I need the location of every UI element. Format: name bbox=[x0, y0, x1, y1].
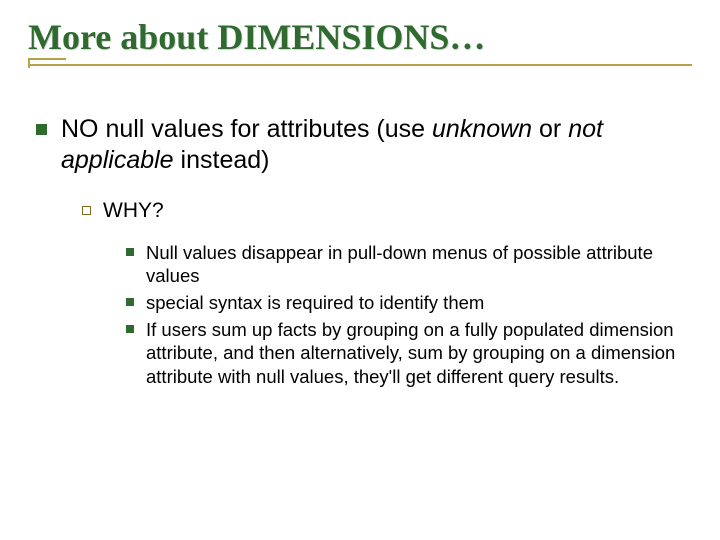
title-block: More about DIMENSIONS… bbox=[28, 12, 692, 66]
slide-body: NO null values for attributes (use unkno… bbox=[28, 66, 692, 389]
list-item: Null values disappear in pull-down menus… bbox=[126, 241, 692, 288]
reason-1: Null values disappear in pull-down menus… bbox=[146, 241, 692, 288]
square-bullet-icon bbox=[126, 325, 134, 333]
slide: More about DIMENSIONS… NO null values fo… bbox=[0, 0, 720, 540]
text-fragment: or bbox=[532, 115, 568, 143]
list-item: special syntax is required to identify t… bbox=[126, 291, 692, 315]
bullet-level-1: NO null values for attributes (use unkno… bbox=[36, 114, 692, 177]
reason-2: special syntax is required to identify t… bbox=[146, 291, 484, 315]
bullet-level-3-list: Null values disappear in pull-down menus… bbox=[126, 241, 692, 389]
slide-title: More about DIMENSIONS… bbox=[28, 16, 692, 58]
hollow-square-bullet-icon bbox=[82, 206, 91, 215]
bullet-level-2: WHY? bbox=[82, 199, 692, 223]
bullet-2-text: WHY? bbox=[103, 199, 164, 223]
list-item: If users sum up facts by grouping on a f… bbox=[126, 318, 692, 389]
reason-3: If users sum up facts by grouping on a f… bbox=[146, 318, 692, 389]
emphasis-unknown: unknown bbox=[432, 115, 532, 143]
text-fragment: NO null values for attributes (use bbox=[61, 115, 432, 143]
bullet-1-text: NO null values for attributes (use unkno… bbox=[61, 114, 692, 177]
square-bullet-icon bbox=[36, 124, 47, 135]
text-fragment: instead) bbox=[174, 146, 270, 174]
square-bullet-icon bbox=[126, 298, 134, 306]
title-underline bbox=[28, 64, 692, 66]
square-bullet-icon bbox=[126, 248, 134, 256]
